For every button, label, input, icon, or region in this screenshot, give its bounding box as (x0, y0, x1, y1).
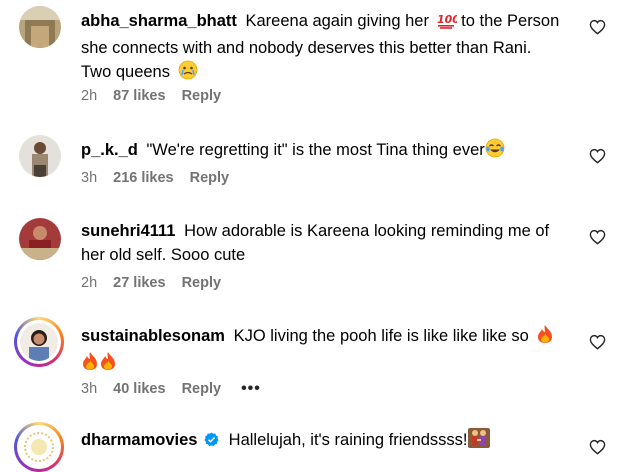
comment-time[interactable]: 2h (81, 88, 97, 104)
comment-text: p_.k._d "We're regretting it" is the mos… (81, 138, 565, 165)
comment-likes[interactable]: 40 likes (113, 381, 165, 397)
avatar-image (20, 428, 58, 466)
reply-button[interactable]: Reply (182, 88, 222, 104)
comment-time[interactable]: 3h (81, 170, 97, 186)
comment-username[interactable]: sustainablesonam (81, 327, 225, 345)
reply-button[interactable]: Reply (190, 170, 230, 186)
comment-likes[interactable]: 216 likes (113, 170, 173, 186)
hundred-points-icon: 100 (437, 11, 460, 36)
fire-icon (99, 351, 117, 378)
crying-face-icon (178, 60, 198, 87)
comment-likes[interactable]: 27 likes (113, 275, 165, 291)
comment-text: sunehri4111 How adorable is Kareena look… (81, 219, 565, 267)
avatar-image (20, 323, 58, 361)
avatar[interactable] (19, 218, 61, 260)
reply-button[interactable]: Reply (182, 275, 222, 291)
comment-body: Hallelujah, it's raining friendssss! (228, 431, 468, 449)
comment-text: dharmamovies Hallelujah, it's raining fr… (81, 428, 565, 455)
comment-meta: 3h 40 likes Reply ••• (81, 380, 277, 398)
comment-likes[interactable]: 87 likes (113, 88, 165, 104)
comment-body: Kareena again giving her (245, 12, 429, 30)
heart-outline-icon[interactable] (589, 148, 606, 164)
comment-time[interactable]: 3h (81, 381, 97, 397)
more-options-icon[interactable]: ••• (241, 380, 261, 398)
comment-username[interactable]: sunehri4111 (81, 222, 175, 240)
women-holding-hands-icon (467, 428, 490, 455)
reply-button[interactable]: Reply (182, 381, 222, 397)
fire-icon (81, 351, 99, 378)
comment-time[interactable]: 2h (81, 275, 97, 291)
avatar[interactable] (19, 135, 61, 177)
verified-badge-icon (204, 432, 219, 447)
comment-text: sustainablesonam KJO living the pooh lif… (81, 324, 565, 378)
heart-outline-icon[interactable] (589, 439, 606, 455)
tears-of-joy-icon (485, 138, 505, 165)
heart-outline-icon[interactable] (589, 334, 606, 350)
comment-username[interactable]: p_.k._d (81, 141, 138, 159)
heart-outline-icon[interactable] (589, 229, 606, 245)
comment-username[interactable]: abha_sharma_bhatt (81, 12, 237, 30)
comment-meta: 2h 27 likes Reply (81, 275, 237, 291)
comment-meta: 2h 87 likes Reply (81, 88, 237, 104)
svg-text:100: 100 (437, 13, 457, 26)
comment-meta: 3h 216 likes Reply (81, 170, 245, 186)
avatar[interactable] (14, 422, 64, 472)
comment-username[interactable]: dharmamovies (81, 431, 197, 449)
avatar[interactable] (19, 6, 61, 48)
fire-icon (536, 324, 554, 351)
comment-text: abha_sharma_bhatt Kareena again giving h… (81, 9, 565, 87)
heart-outline-icon[interactable] (589, 19, 606, 35)
comment-body: KJO living the pooh life is like like li… (233, 327, 529, 345)
comment-body: "We're regretting it" is the most Tina t… (146, 141, 485, 159)
avatar[interactable] (14, 317, 64, 367)
